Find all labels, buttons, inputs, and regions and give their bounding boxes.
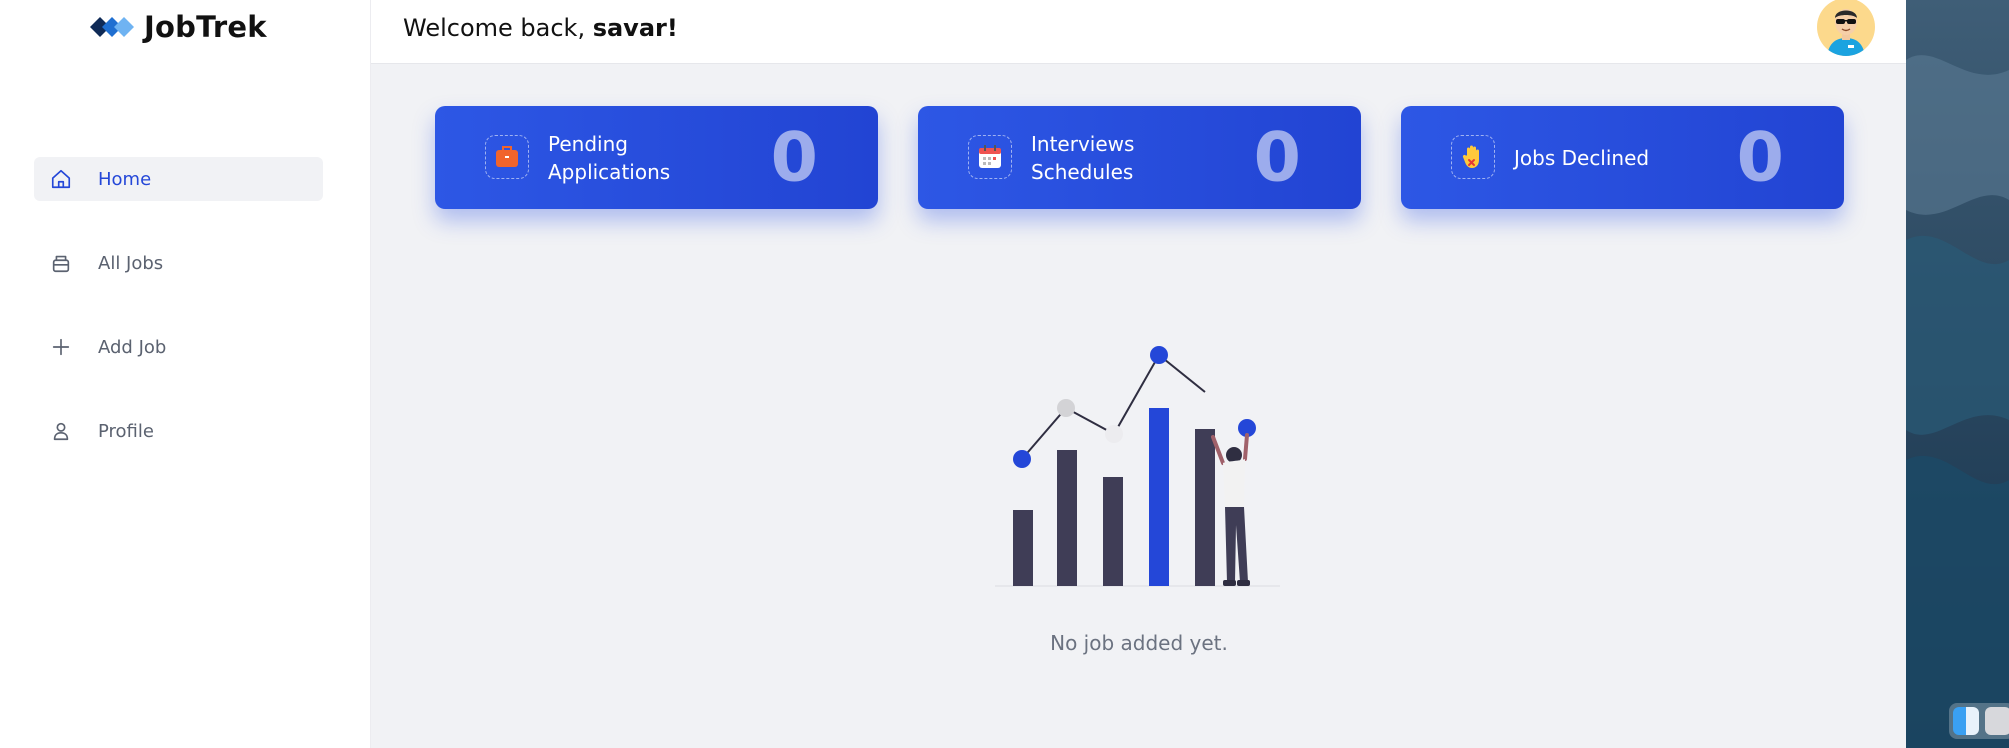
username: savar! — [592, 14, 678, 42]
stat-label: Jobs Declined — [1514, 145, 1650, 170]
stop-hand-icon — [1451, 135, 1495, 179]
mountain-wallpaper — [1906, 55, 2009, 748]
empty-state-illustration — [995, 346, 1280, 587]
stat-card-pending: Pending Applications 0 — [435, 106, 878, 209]
stat-value: 0 — [1736, 118, 1784, 197]
finder-icon[interactable] — [1953, 707, 1979, 735]
briefcase-icon — [49, 251, 73, 275]
sidebar: JobTrek Home All Jobs Add Job Profile — [0, 0, 371, 748]
empty-state-message: No job added yet. — [1050, 631, 1228, 655]
dock — [1949, 703, 2009, 739]
stat-card-interviews: Interviews Schedules 0 — [918, 106, 1361, 209]
user-icon — [49, 419, 73, 443]
sidebar-item-label: Home — [98, 168, 152, 190]
sidebar-item-add-job[interactable]: Add Job — [34, 325, 323, 369]
sidebar-item-label: Profile — [98, 420, 154, 442]
sidebar-item-profile[interactable]: Profile — [34, 409, 323, 453]
stat-value: 0 — [1253, 118, 1301, 197]
launchpad-icon[interactable] — [1985, 707, 2009, 735]
desktop-background — [1906, 0, 2009, 748]
briefcase-icon — [485, 135, 529, 179]
sidebar-item-home[interactable]: Home — [34, 157, 323, 201]
sidebar-item-all-jobs[interactable]: All Jobs — [34, 241, 323, 285]
calendar-icon — [968, 135, 1012, 179]
welcome-message: Welcome back, savar! — [403, 14, 678, 42]
stat-card-declined: Jobs Declined 0 — [1401, 106, 1844, 209]
sidebar-item-label: Add Job — [98, 336, 167, 358]
user-avatar-icon[interactable] — [1817, 0, 1875, 56]
top-header: Welcome back, savar! — [371, 0, 1906, 64]
sidebar-item-label: All Jobs — [98, 252, 164, 274]
app-logo[interactable]: JobTrek — [88, 10, 267, 44]
home-icon — [49, 167, 73, 191]
stat-label: Interviews Schedules — [1031, 131, 1135, 184]
app-name: JobTrek — [144, 10, 267, 44]
greeting-text: Welcome back, — [403, 14, 593, 42]
stat-label: Pending Applications — [548, 131, 671, 184]
plus-icon — [49, 335, 73, 359]
stat-value: 0 — [770, 118, 818, 197]
logo-icon — [90, 17, 134, 37]
